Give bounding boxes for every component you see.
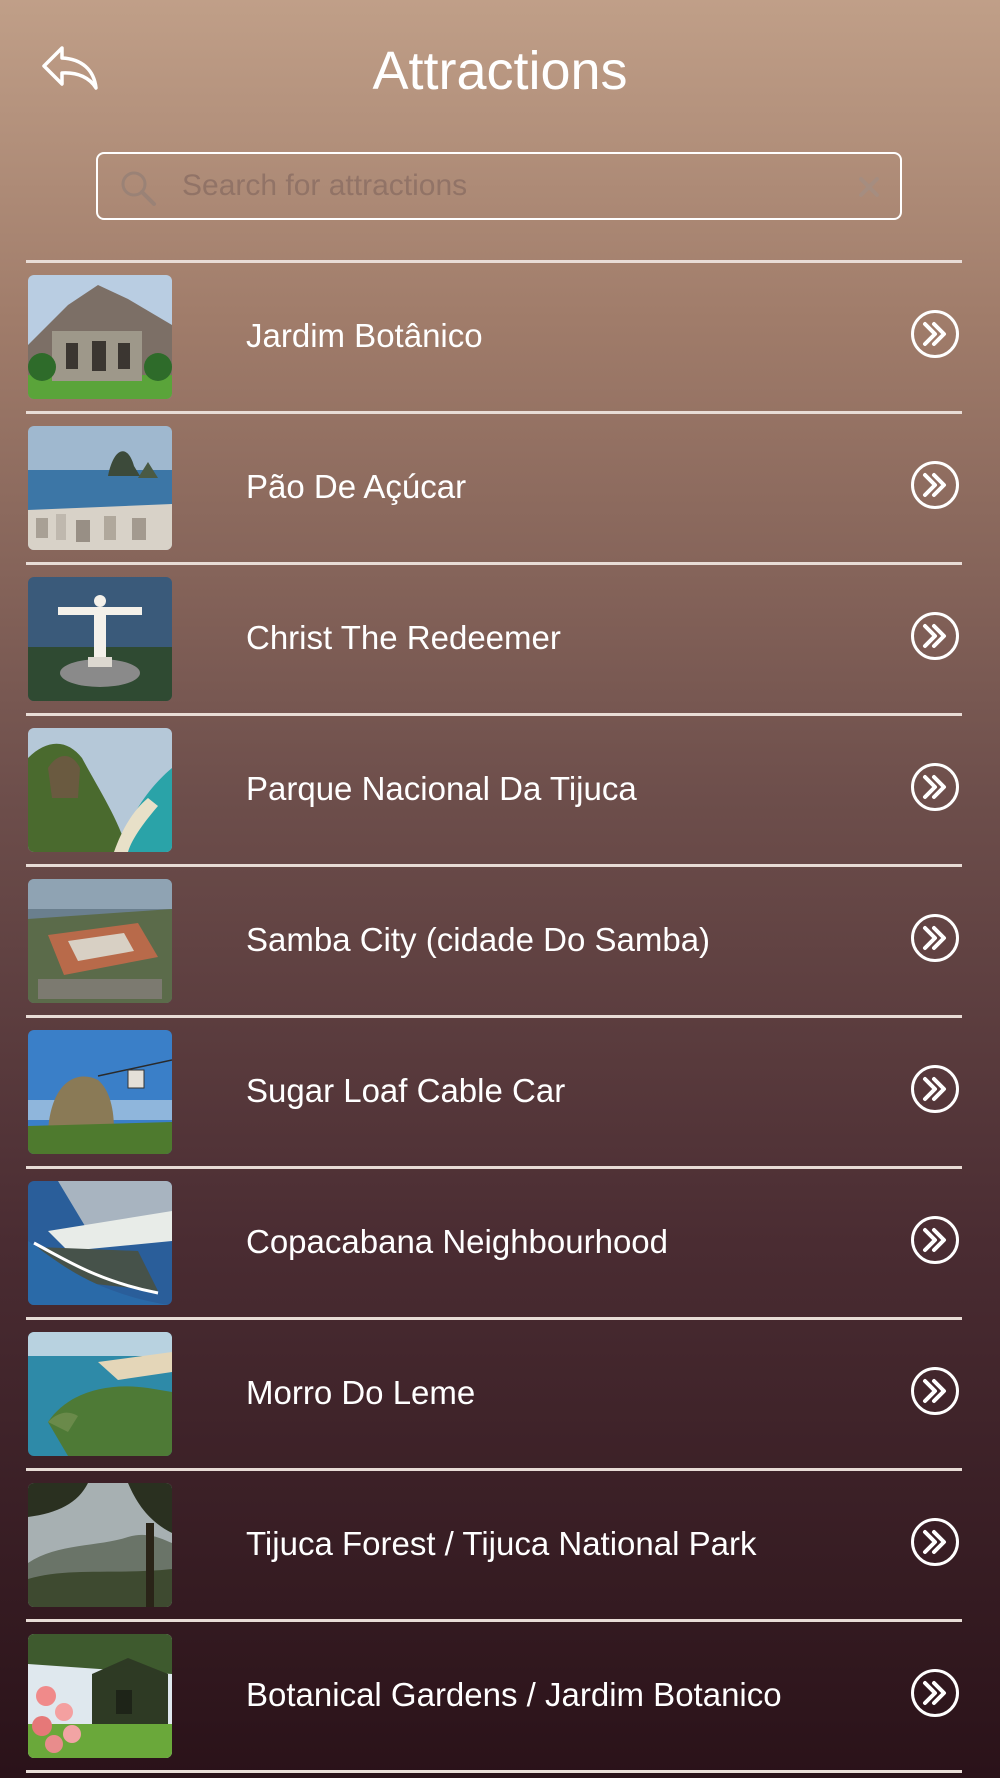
chevron-right-double-icon[interactable] [910, 1366, 960, 1416]
search-icon [121, 171, 156, 206]
garden-flowers-photo [28, 1634, 172, 1758]
list-item[interactable]: Tijuca Forest / Tijuca National Park [26, 1471, 962, 1622]
attractions-list: Jardim Botânico Pão De Açúcar Christ The… [26, 260, 962, 1773]
item-label: Botanical Gardens / Jardim Botanico [246, 1676, 782, 1713]
list-item[interactable]: Christ The Redeemer [26, 565, 962, 716]
list-item[interactable]: Jardim Botânico [26, 263, 962, 414]
chevron-right-double-icon[interactable] [910, 1517, 960, 1567]
item-label: Morro Do Leme [246, 1374, 476, 1411]
list-item[interactable]: Parque Nacional Da Tijuca [26, 716, 962, 867]
item-label: Christ The Redeemer [246, 619, 561, 656]
list-item[interactable]: Sugar Loaf Cable Car [26, 1018, 962, 1169]
morro-do-leme-photo [28, 1332, 172, 1456]
item-label: Tijuca Forest / Tijuca National Park [246, 1525, 757, 1562]
list-item[interactable]: Copacabana Neighbourhood [26, 1169, 962, 1320]
list-item[interactable]: Samba City (cidade Do Samba) [26, 867, 962, 1018]
chevron-right-double-icon[interactable] [910, 1215, 960, 1265]
botanical-building-photo [28, 275, 172, 399]
item-label: Pão De Açúcar [246, 468, 467, 505]
chevron-right-double-icon[interactable] [910, 762, 960, 812]
header-bar: Attractions [0, 0, 1000, 140]
forest-view-photo [28, 1483, 172, 1607]
item-label: Jardim Botânico [246, 317, 483, 354]
list-item[interactable]: Pão De Açúcar [26, 414, 962, 565]
list-item[interactable]: Morro Do Leme [26, 1320, 962, 1471]
list-item[interactable]: Botanical Gardens / Jardim Botanico [26, 1622, 962, 1773]
mountain-coast-photo [28, 728, 172, 852]
clear-icon[interactable] [856, 174, 882, 200]
chevron-right-double-icon[interactable] [910, 1064, 960, 1114]
page-title: Attractions [372, 41, 628, 101]
chevron-right-double-icon[interactable] [910, 611, 960, 661]
item-label: Copacabana Neighbourhood [246, 1223, 669, 1260]
chevron-right-double-icon[interactable] [910, 460, 960, 510]
item-label: Parque Nacional Da Tijuca [246, 770, 637, 807]
samba-city-aerial-photo [28, 879, 172, 1003]
search-bar [96, 152, 902, 220]
christ-statue-photo [28, 577, 172, 701]
chevron-right-double-icon[interactable] [910, 1668, 960, 1718]
copacabana-aerial-photo [28, 1181, 172, 1305]
item-label: Samba City (cidade Do Samba) [246, 921, 711, 958]
search-input[interactable] [182, 154, 822, 218]
chevron-right-double-icon[interactable] [910, 309, 960, 359]
sugarloaf-bay-photo [28, 426, 172, 550]
chevron-right-double-icon[interactable] [910, 913, 960, 963]
cable-car-photo [28, 1030, 172, 1154]
item-label: Sugar Loaf Cable Car [246, 1072, 566, 1109]
